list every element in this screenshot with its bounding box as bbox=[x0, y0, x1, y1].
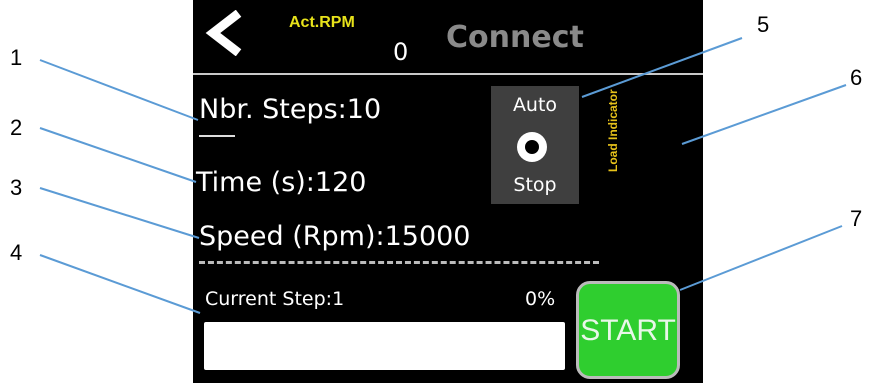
speed-value[interactable]: 15000 bbox=[385, 221, 471, 252]
current-step: Current Step:1 bbox=[205, 288, 344, 310]
callout-line-2 bbox=[39, 127, 197, 183]
time-field[interactable]: Time (s):120 bbox=[196, 167, 366, 198]
auto-stop-top-label: Auto bbox=[512, 94, 558, 116]
start-label: START bbox=[580, 314, 676, 347]
actual-rpm-label: Act.RPM bbox=[289, 14, 355, 31]
auto-stop-bottom-label: Stop bbox=[513, 174, 557, 196]
speed-field[interactable]: Speed (Rpm):15000 bbox=[199, 221, 471, 252]
time-label: Time (s): bbox=[196, 167, 315, 198]
callout-5: 5 bbox=[757, 12, 770, 37]
actual-rpm-value: 0 bbox=[393, 38, 409, 66]
speed-underline bbox=[199, 261, 599, 264]
radio-dot bbox=[525, 140, 539, 154]
callout-line-3 bbox=[39, 187, 200, 239]
callout-line-4 bbox=[39, 254, 201, 314]
steps-cursor bbox=[199, 135, 235, 137]
callout-1: 1 bbox=[10, 45, 23, 70]
steps-label: Nbr. Steps: bbox=[199, 94, 347, 125]
callout-line-6 bbox=[681, 84, 847, 145]
start-button[interactable]: START bbox=[576, 281, 680, 379]
auto-stop-toggle[interactable]: Auto Stop bbox=[491, 86, 579, 204]
device-screen: Act.RPM 0 Connect Nbr. Steps:10 Time (s)… bbox=[193, 0, 703, 383]
callout-3: 3 bbox=[10, 175, 23, 200]
load-indicator: Load Indicator bbox=[606, 89, 620, 172]
callout-2: 2 bbox=[10, 115, 23, 140]
callout-line-1 bbox=[39, 59, 199, 121]
progress-bar bbox=[204, 322, 565, 370]
current-step-value: 1 bbox=[332, 288, 345, 310]
time-value[interactable]: 120 bbox=[315, 167, 367, 198]
speed-label: Speed (Rpm): bbox=[199, 221, 385, 252]
callout-4: 4 bbox=[10, 240, 23, 265]
radio-icon[interactable] bbox=[517, 132, 547, 162]
header-divider bbox=[193, 73, 703, 75]
callout-7: 7 bbox=[850, 206, 863, 231]
callout-6: 6 bbox=[850, 65, 863, 90]
chevron-left-icon[interactable] bbox=[203, 10, 243, 56]
connect-button[interactable]: Connect bbox=[446, 20, 584, 55]
current-step-label: Current Step: bbox=[205, 288, 333, 310]
callout-line-7 bbox=[679, 225, 843, 291]
progress-percent: 0% bbox=[525, 288, 556, 310]
steps-field[interactable]: Nbr. Steps:10 bbox=[199, 94, 381, 125]
steps-value[interactable]: 10 bbox=[347, 94, 381, 125]
